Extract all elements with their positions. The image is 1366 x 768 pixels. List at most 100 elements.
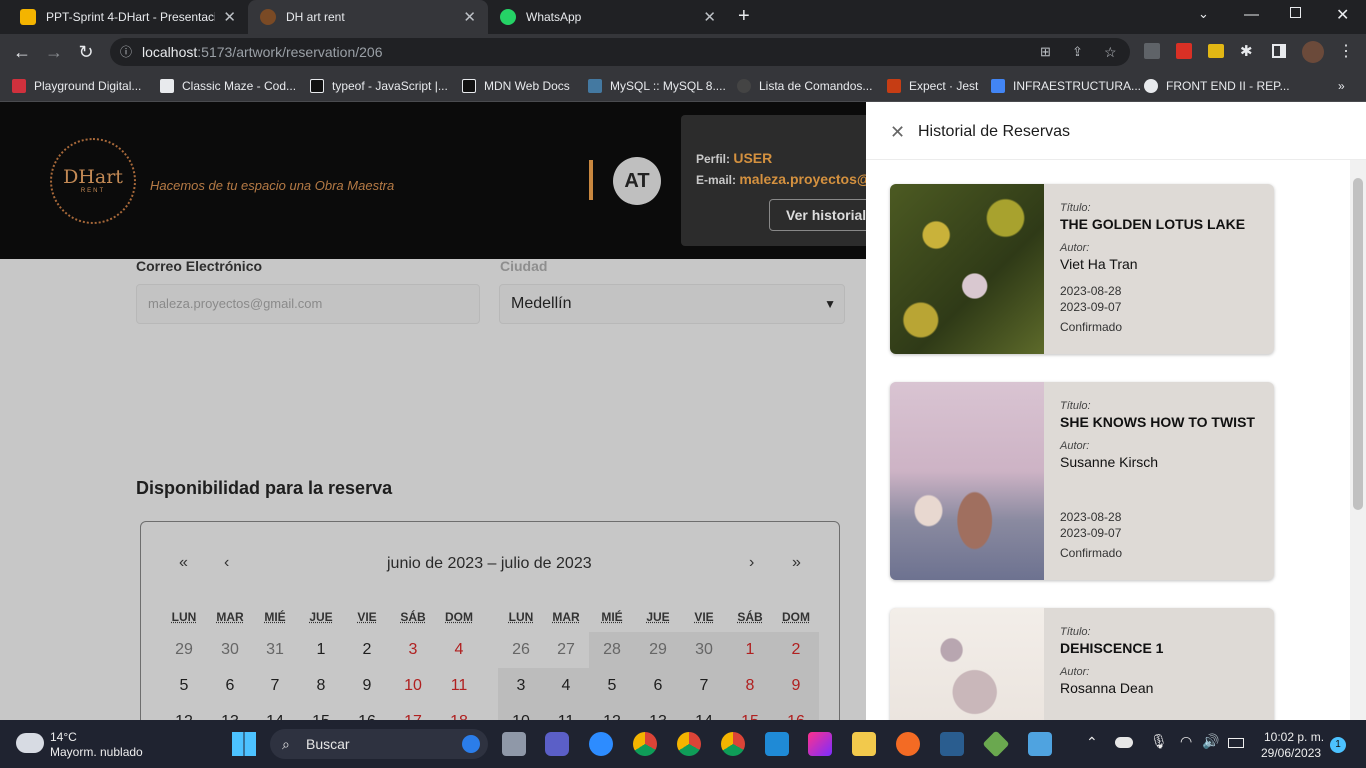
- windows-start-icon[interactable]: [232, 732, 256, 756]
- close-window-icon[interactable]: ✕: [1336, 5, 1349, 25]
- calendar-day[interactable]: 11: [436, 668, 482, 704]
- next-year-button[interactable]: »: [792, 554, 801, 572]
- calendar-day[interactable]: 6: [635, 668, 681, 704]
- city-select[interactable]: Medellín ▼: [499, 284, 845, 324]
- prev-month-button[interactable]: ‹: [224, 554, 229, 572]
- bookmark-item[interactable]: MySQL :: MySQL 8....: [588, 77, 726, 95]
- calendar-day[interactable]: 31: [252, 632, 298, 668]
- calendar-day[interactable]: 9: [344, 668, 390, 704]
- calendar-day[interactable]: 18: [436, 704, 482, 720]
- new-tab-icon[interactable]: +: [738, 5, 750, 28]
- bookmark-item[interactable]: Playground Digital...: [12, 77, 141, 95]
- postman-icon[interactable]: [896, 732, 920, 756]
- weather-cloud-icon[interactable]: [16, 733, 44, 753]
- calendar-day[interactable]: 14: [681, 704, 727, 720]
- calendar-day[interactable]: 8: [727, 668, 773, 704]
- calendar-day[interactable]: 7: [681, 668, 727, 704]
- prev-year-button[interactable]: «: [179, 554, 188, 572]
- notepad-icon[interactable]: [1028, 732, 1052, 756]
- calendar-day[interactable]: 16: [344, 704, 390, 720]
- calendar-day[interactable]: 4: [543, 668, 589, 704]
- calendar-day[interactable]: 10: [498, 704, 544, 720]
- calendar-day[interactable]: 17: [390, 704, 436, 720]
- calendar-day[interactable]: 29: [161, 632, 207, 668]
- scrollbar-thumb[interactable]: [1353, 178, 1363, 510]
- calendar-day[interactable]: 12: [589, 704, 635, 720]
- bookmark-star-icon[interactable]: ☆: [1104, 38, 1117, 66]
- tab-ppt[interactable]: PPT-Sprint 4-DHart - Presentació ✕: [8, 0, 248, 34]
- panel-scrollbar[interactable]: [1350, 160, 1366, 720]
- calendar-day[interactable]: 9: [773, 668, 819, 704]
- tab-whatsapp[interactable]: WhatsApp ✕: [488, 0, 728, 34]
- email-field[interactable]: maleza.proyectos@gmail.com: [136, 284, 480, 324]
- calendar-day[interactable]: 13: [207, 704, 253, 720]
- side-panel-icon[interactable]: [1272, 44, 1286, 58]
- microphone-icon[interactable]: 🎙: [1150, 733, 1168, 750]
- calendar-day[interactable]: 30: [207, 632, 253, 668]
- extension-icon[interactable]: [1144, 43, 1160, 59]
- tab-search-icon[interactable]: ⌄: [1198, 6, 1209, 22]
- calendar-day[interactable]: 5: [589, 668, 635, 704]
- clock-date[interactable]: 29/06/2023: [1261, 746, 1321, 760]
- reservation-card[interactable]: Título: THE GOLDEN LOTUS LAKE Autor: Vie…: [890, 184, 1274, 354]
- menu-kebab-icon[interactable]: ⋮: [1338, 41, 1354, 61]
- calendar-day[interactable]: 1: [298, 632, 344, 668]
- calendar-day[interactable]: 11: [543, 704, 589, 720]
- bookmark-item[interactable]: INFRAESTRUCTURA...: [991, 77, 1141, 95]
- calendar-day[interactable]: 15: [298, 704, 344, 720]
- bookmark-item[interactable]: Classic Maze - Cod...: [160, 77, 296, 95]
- user-avatar[interactable]: AT: [613, 157, 661, 205]
- close-icon[interactable]: ✕: [890, 122, 905, 143]
- onedrive-icon[interactable]: [1115, 737, 1133, 748]
- share-icon[interactable]: ⇪: [1072, 38, 1083, 66]
- close-tab-icon[interactable]: ✕: [223, 8, 236, 26]
- bookmarks-more-button[interactable]: »: [1338, 77, 1345, 95]
- tray-chevron-up-icon[interactable]: ⌃: [1086, 734, 1098, 751]
- clock-time[interactable]: 10:02 p. m.: [1264, 730, 1324, 744]
- calendar-day[interactable]: 29: [635, 632, 681, 668]
- chrome-icon[interactable]: [721, 732, 745, 756]
- site-info-icon[interactable]: ⓘ: [120, 38, 132, 66]
- file-explorer-icon[interactable]: [852, 732, 876, 756]
- teams-icon[interactable]: [545, 732, 569, 756]
- calendar-day[interactable]: 6: [207, 668, 253, 704]
- calendar-range-label[interactable]: junio de 2023 – julio de 2023: [387, 555, 592, 573]
- calendar-day[interactable]: 3: [390, 632, 436, 668]
- reload-icon[interactable]: ↻: [74, 40, 98, 64]
- bookmark-item[interactable]: MDN Web Docs: [462, 77, 570, 95]
- calendar-day[interactable]: 12: [161, 704, 207, 720]
- calendar-day[interactable]: 15: [727, 704, 773, 720]
- minimize-icon[interactable]: —: [1244, 6, 1259, 23]
- calendar-day[interactable]: 28: [589, 632, 635, 668]
- reservation-card[interactable]: Título: DEHISCENCE 1 Autor: Rosanna Dean: [890, 608, 1274, 720]
- calendar-day[interactable]: 3: [498, 668, 544, 704]
- bookmark-item[interactable]: Expect · Jest: [887, 77, 978, 95]
- mysql-workbench-icon[interactable]: [940, 732, 964, 756]
- chrome-icon[interactable]: [633, 732, 657, 756]
- translate-icon[interactable]: ⊞: [1040, 38, 1051, 66]
- weather-temp[interactable]: 14°C: [50, 730, 77, 744]
- calendar-day[interactable]: 5: [161, 668, 207, 704]
- zoom-icon[interactable]: [589, 732, 613, 756]
- view-history-button[interactable]: Ver historial: [769, 199, 866, 231]
- calendar-day[interactable]: 1: [727, 632, 773, 668]
- profile-avatar-icon[interactable]: [1302, 41, 1324, 63]
- chrome-active-icon[interactable]: [677, 732, 701, 756]
- battery-icon[interactable]: [1228, 738, 1244, 748]
- calendar-day[interactable]: 26: [498, 632, 544, 668]
- calendar-day[interactable]: 2: [344, 632, 390, 668]
- calendar-day[interactable]: 16: [773, 704, 819, 720]
- extensions-puzzle-icon[interactable]: ✱: [1240, 42, 1253, 60]
- calendar-day[interactable]: 30: [681, 632, 727, 668]
- calendar-day[interactable]: 8: [298, 668, 344, 704]
- close-tab-icon[interactable]: ✕: [703, 8, 716, 26]
- dhart-logo[interactable]: DHart RENT: [50, 138, 136, 224]
- bookmark-item[interactable]: typeof - JavaScript |...: [310, 77, 448, 95]
- volume-icon[interactable]: 🔊: [1202, 733, 1219, 750]
- wifi-icon[interactable]: ◠: [1180, 733, 1192, 750]
- tab-dh-art-rent[interactable]: DH art rent ✕: [248, 0, 488, 34]
- taskbar-search[interactable]: ⌕ Buscar: [270, 729, 488, 759]
- app-icon[interactable]: [982, 730, 1010, 758]
- extension-folder-icon[interactable]: [1208, 44, 1224, 58]
- calendar-day[interactable]: 13: [635, 704, 681, 720]
